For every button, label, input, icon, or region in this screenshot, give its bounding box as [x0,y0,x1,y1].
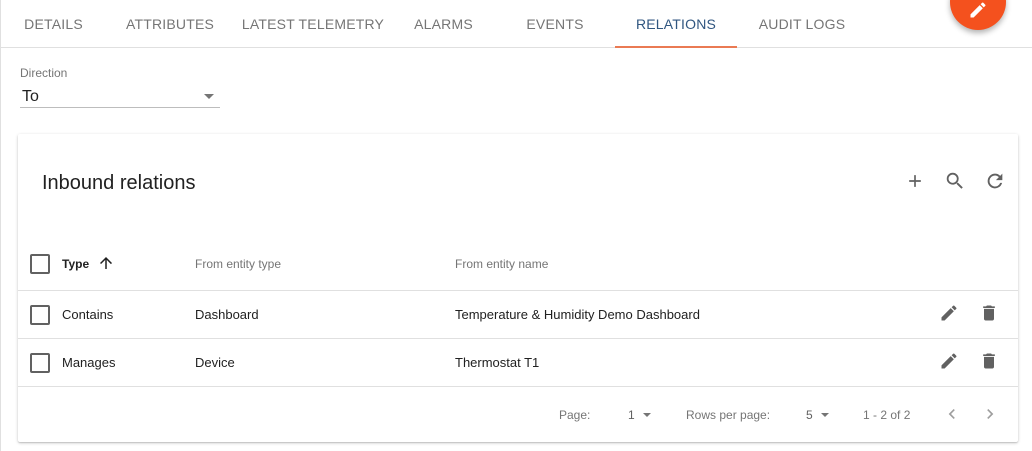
cell-type: Contains [62,307,114,322]
tab-attributes[interactable]: ATTRIBUTES [106,0,234,47]
delete-relation-button[interactable] [978,352,1000,374]
rows-per-page-select[interactable]: 5 [806,408,829,422]
tab-latest-telemetry[interactable]: LATEST TELEMETRY [234,0,392,47]
card-actions [904,172,1006,194]
trash-icon [979,303,999,326]
trash-icon [979,351,999,374]
row-actions [938,352,1000,374]
cell-from-entity-name: Temperature & Humidity Demo Dashboard [455,307,700,322]
dropdown-arrow-icon [204,94,214,99]
delete-relation-button[interactable] [978,304,1000,326]
chevron-right-icon [980,409,1000,427]
relations-card: Inbound relations Type From entity type … [18,134,1018,442]
entity-tabs: DETAILS ATTRIBUTES LATEST TELEMETRY ALAR… [1,0,1032,48]
column-from-entity-name-header[interactable]: From entity name [455,257,548,271]
rows-per-page-label: Rows per page: [686,408,771,422]
column-type-header[interactable]: Type [62,254,115,275]
edit-relation-button[interactable] [938,352,960,374]
direction-label: Direction [20,66,68,80]
card-title: Inbound relations [42,172,196,194]
row-checkbox[interactable] [30,304,50,325]
table-header: Type From entity type From entity name [18,238,1018,291]
row-checkbox[interactable] [30,352,50,373]
direction-select: Direction To [20,66,220,108]
table-row[interactable]: Manages Device Thermostat T1 [18,339,1018,387]
row-actions [938,304,1000,326]
edit-relation-button[interactable] [938,304,960,326]
next-page-button[interactable] [980,404,1000,427]
relations-page: DETAILS ATTRIBUTES LATEST TELEMETRY ALAR… [0,0,1032,451]
cell-type: Manages [62,355,116,370]
paginator: Page: 1 Rows per page: 5 1 - 2 of 2 [18,387,1018,442]
tab-details[interactable]: DETAILS [1,0,106,47]
refresh-button[interactable] [984,172,1006,194]
add-icon [905,171,925,196]
dropdown-arrow-icon [642,413,651,417]
pencil-icon [939,351,959,374]
tab-alarms[interactable]: ALARMS [392,0,495,47]
column-from-entity-type-header[interactable]: From entity type [195,257,281,271]
chevron-left-icon [942,409,962,427]
add-relation-button[interactable] [904,172,926,194]
edit-icon [968,0,988,25]
cell-from-entity-type: Device [195,355,235,370]
page-label: Page: [559,408,591,422]
direction-dropdown[interactable]: To [20,86,220,108]
select-all-checkbox[interactable] [30,254,50,274]
previous-page-button[interactable] [942,404,962,427]
tab-relations[interactable]: RELATIONS [615,0,737,48]
tab-events[interactable]: EVENTS [495,0,615,47]
page-range: 1 - 2 of 2 [863,408,911,422]
dropdown-arrow-icon [820,413,829,417]
cell-from-entity-name: Thermostat T1 [455,355,540,370]
arrow-upward-icon [97,254,115,275]
search-icon [944,170,966,197]
refresh-icon [984,170,1006,197]
direction-value: To [22,87,39,105]
search-button[interactable] [944,172,966,194]
cell-from-entity-type: Dashboard [195,307,259,322]
pencil-icon [939,303,959,326]
tab-audit-logs[interactable]: AUDIT LOGS [737,0,867,47]
table-row[interactable]: Contains Dashboard Temperature & Humidit… [18,291,1018,339]
page-select[interactable]: 1 [628,408,651,422]
